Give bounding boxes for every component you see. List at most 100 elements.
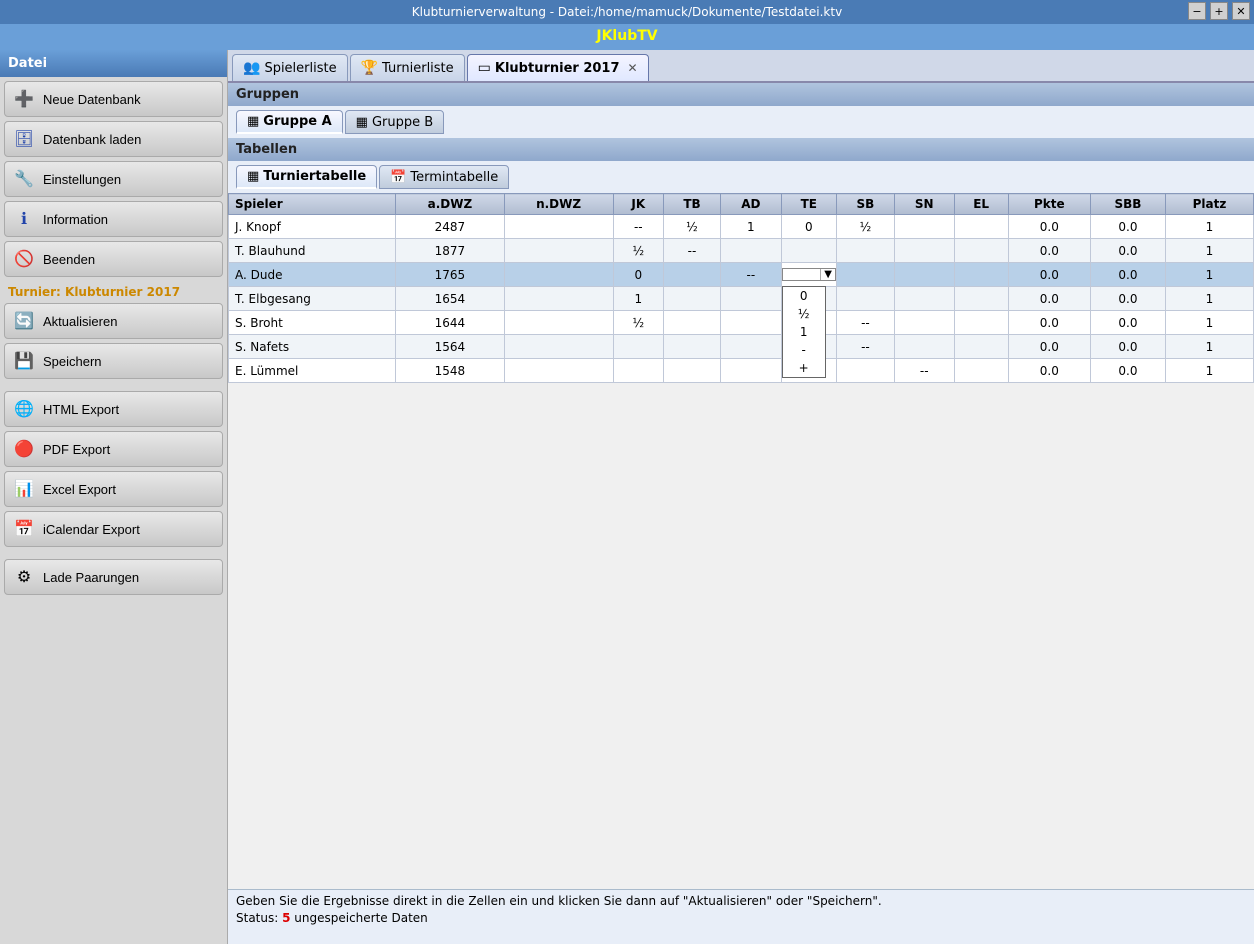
cell-spieler-3[interactable]: T. Elbgesang: [229, 287, 396, 311]
cell-platz-3[interactable]: 1: [1165, 287, 1253, 311]
cell-jk-6[interactable]: [613, 359, 663, 383]
cell-sbb-2[interactable]: 0.0: [1090, 263, 1165, 287]
cell-sn-4[interactable]: [894, 311, 954, 335]
speichern-button[interactable]: 💾 Speichern: [4, 343, 223, 379]
cell-pkte-2[interactable]: 0.0: [1008, 263, 1090, 287]
html-export-button[interactable]: 🌐 HTML Export: [4, 391, 223, 427]
cell-ad-1[interactable]: [721, 239, 782, 263]
cell-ndwz-0[interactable]: [504, 215, 613, 239]
cell-ndwz-5[interactable]: [504, 335, 613, 359]
cell-sbb-0[interactable]: 0.0: [1090, 215, 1165, 239]
tab-termintabelle[interactable]: 📅 Termintabelle: [379, 165, 509, 189]
maximize-button[interactable]: +: [1210, 2, 1228, 20]
dropdown-option[interactable]: ½: [783, 305, 825, 323]
cell-sb-3[interactable]: [836, 287, 894, 311]
cell-tb-1[interactable]: --: [663, 239, 720, 263]
lade-paarungen-button[interactable]: ⚙ Lade Paarungen: [4, 559, 223, 595]
cell-adwz-4[interactable]: 1644: [396, 311, 504, 335]
cell-sb-4[interactable]: --: [836, 311, 894, 335]
cell-ad-4[interactable]: [721, 311, 782, 335]
cell-el-5[interactable]: [954, 335, 1008, 359]
cell-ndwz-1[interactable]: [504, 239, 613, 263]
cell-adwz-1[interactable]: 1877: [396, 239, 504, 263]
cell-el-1[interactable]: [954, 239, 1008, 263]
cell-platz-5[interactable]: 1: [1165, 335, 1253, 359]
cell-platz-4[interactable]: 1: [1165, 311, 1253, 335]
cell-platz-0[interactable]: 1: [1165, 215, 1253, 239]
cell-sn-5[interactable]: [894, 335, 954, 359]
minimize-button[interactable]: −: [1188, 2, 1206, 20]
pdf-export-button[interactable]: 🔴 PDF Export: [4, 431, 223, 467]
dropdown-option[interactable]: 0: [783, 287, 825, 305]
einstellungen-button[interactable]: 🔧 Einstellungen: [4, 161, 223, 197]
dropdown-option[interactable]: -: [783, 341, 825, 359]
cell-tb-0[interactable]: ½: [663, 215, 720, 239]
cell-sbb-6[interactable]: 0.0: [1090, 359, 1165, 383]
cell-spieler-0[interactable]: J. Knopf: [229, 215, 396, 239]
cell-te-2[interactable]: ▼0½1-+: [781, 263, 836, 287]
cell-sb-2[interactable]: [836, 263, 894, 287]
dropdown-option[interactable]: 1: [783, 323, 825, 341]
tab-gruppe-b[interactable]: ▦ Gruppe B: [345, 110, 445, 134]
cell-el-0[interactable]: [954, 215, 1008, 239]
cell-platz-1[interactable]: 1: [1165, 239, 1253, 263]
cell-te-0[interactable]: 0: [781, 215, 836, 239]
cell-jk-2[interactable]: 0: [613, 263, 663, 287]
icalendar-export-button[interactable]: 📅 iCalendar Export: [4, 511, 223, 547]
cell-ad-3[interactable]: [721, 287, 782, 311]
cell-tb-6[interactable]: [663, 359, 720, 383]
cell-sn-6[interactable]: --: [894, 359, 954, 383]
cell-adwz-0[interactable]: 2487: [396, 215, 504, 239]
cell-sbb-5[interactable]: 0.0: [1090, 335, 1165, 359]
cell-spieler-1[interactable]: T. Blauhund: [229, 239, 396, 263]
cell-el-4[interactable]: [954, 311, 1008, 335]
cell-adwz-5[interactable]: 1564: [396, 335, 504, 359]
cell-sbb-3[interactable]: 0.0: [1090, 287, 1165, 311]
cell-adwz-2[interactable]: 1765: [396, 263, 504, 287]
cell-el-2[interactable]: [954, 263, 1008, 287]
cell-pkte-3[interactable]: 0.0: [1008, 287, 1090, 311]
cell-platz-6[interactable]: 1: [1165, 359, 1253, 383]
beenden-button[interactable]: 🚫 Beenden: [4, 241, 223, 277]
cell-sb-6[interactable]: [836, 359, 894, 383]
cell-pkte-4[interactable]: 0.0: [1008, 311, 1090, 335]
dropdown-option[interactable]: +: [783, 359, 825, 377]
cell-spieler-5[interactable]: S. Nafets: [229, 335, 396, 359]
cell-spieler-6[interactable]: E. Lümmel: [229, 359, 396, 383]
cell-pkte-1[interactable]: 0.0: [1008, 239, 1090, 263]
cell-tb-2[interactable]: [663, 263, 720, 287]
cell-ad-5[interactable]: [721, 335, 782, 359]
cell-jk-4[interactable]: ½: [613, 311, 663, 335]
cell-jk-3[interactable]: 1: [613, 287, 663, 311]
cell-jk-0[interactable]: --: [613, 215, 663, 239]
cell-sb-5[interactable]: --: [836, 335, 894, 359]
excel-export-button[interactable]: 📊 Excel Export: [4, 471, 223, 507]
information-button[interactable]: ℹ Information: [4, 201, 223, 237]
cell-adwz-6[interactable]: 1548: [396, 359, 504, 383]
cell-sn-1[interactable]: [894, 239, 954, 263]
cell-tb-3[interactable]: [663, 287, 720, 311]
cell-sbb-1[interactable]: 0.0: [1090, 239, 1165, 263]
tab-turniertabelle[interactable]: ▦ Turniertabelle: [236, 165, 377, 189]
tab-spielerliste[interactable]: 👥 Spielerliste: [232, 54, 348, 81]
cell-platz-2[interactable]: 1: [1165, 263, 1253, 287]
tab-klubturnier[interactable]: ▭ Klubturnier 2017 ✕: [467, 54, 649, 81]
cell-tb-4[interactable]: [663, 311, 720, 335]
cell-sn-3[interactable]: [894, 287, 954, 311]
cell-pkte-6[interactable]: 0.0: [1008, 359, 1090, 383]
cell-ndwz-3[interactable]: [504, 287, 613, 311]
cell-ndwz-6[interactable]: [504, 359, 613, 383]
cell-adwz-3[interactable]: 1654: [396, 287, 504, 311]
cell-ad-2[interactable]: --: [721, 263, 782, 287]
tab-close-icon[interactable]: ✕: [628, 61, 638, 75]
cell-sn-2[interactable]: [894, 263, 954, 287]
cell-sbb-4[interactable]: 0.0: [1090, 311, 1165, 335]
cell-ndwz-4[interactable]: [504, 311, 613, 335]
cell-el-6[interactable]: [954, 359, 1008, 383]
aktualisieren-button[interactable]: 🔄 Aktualisieren: [4, 303, 223, 339]
cell-ndwz-2[interactable]: [504, 263, 613, 287]
cell-tb-5[interactable]: [663, 335, 720, 359]
close-window-button[interactable]: ✕: [1232, 2, 1250, 20]
cell-sb-0[interactable]: ½: [836, 215, 894, 239]
cell-jk-5[interactable]: [613, 335, 663, 359]
